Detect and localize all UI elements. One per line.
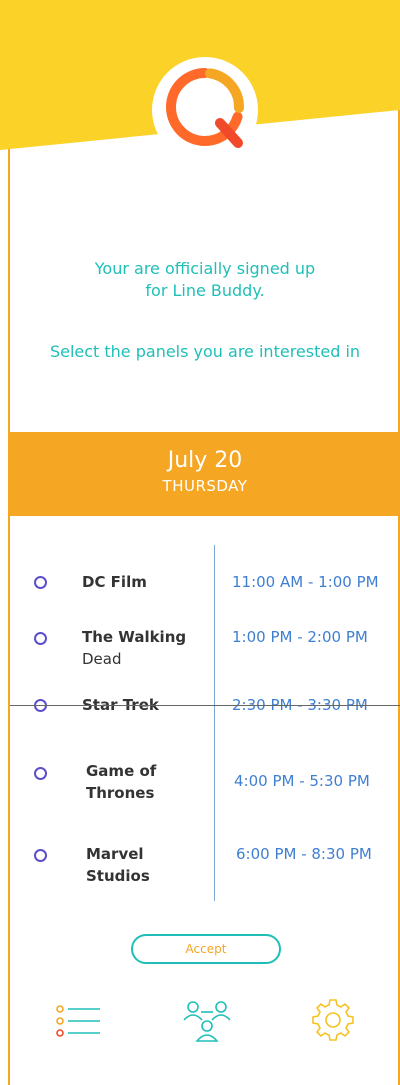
date-day: July 20 <box>167 448 243 473</box>
panel-name-line1: Game of <box>86 762 157 780</box>
panel-radio[interactable] <box>34 632 47 645</box>
panel-name: DC Film <box>82 573 147 591</box>
gear-icon[interactable] <box>310 997 356 1043</box>
panel-time: 4:00 PM - 5:30 PM <box>234 772 370 790</box>
panel-radio[interactable] <box>34 849 47 862</box>
strike-line <box>10 705 400 706</box>
signup-message-line1: Your are officially signed up <box>94 259 316 278</box>
panel-time: 11:00 AM - 1:00 PM <box>232 573 379 591</box>
panel-name: Marvel Studios <box>86 843 150 887</box>
panel-radio[interactable] <box>34 576 47 589</box>
date-header: July 20 THURSDAY <box>10 432 400 516</box>
panel-row-game-of-thrones[interactable]: Game of Thrones 4:00 PM - 5:30 PM <box>10 760 400 820</box>
panel-name-line2: Dead <box>82 650 122 668</box>
panel-row-dc-film[interactable]: DC Film 11:00 AM - 1:00 PM <box>10 569 400 629</box>
signup-message-line2: for Line Buddy. <box>145 281 265 300</box>
panel-row-walking-dead[interactable]: The Walking Dead 1:00 PM - 2:00 PM <box>10 626 400 686</box>
panel-row-star-trek[interactable]: Star Trek 2:30 PM - 3:30 PM <box>10 694 400 754</box>
panel-radio[interactable] <box>34 767 47 780</box>
list-icon[interactable] <box>52 1000 106 1042</box>
panel-name: Game of Thrones <box>86 760 156 804</box>
signup-message: Your are officially signed up for Line B… <box>10 258 400 302</box>
accept-button[interactable]: Accept <box>131 934 281 964</box>
left-frame-border <box>8 0 10 1085</box>
panel-time: 1:00 PM - 2:00 PM <box>232 628 368 646</box>
app-logo-icon <box>152 57 258 163</box>
select-prompt: Select the panels you are interested in <box>49 342 361 361</box>
panel-name: The Walking Dead <box>82 626 186 670</box>
panel-name-line1: Marvel <box>86 845 144 863</box>
panel-time: 6:00 PM - 8:30 PM <box>236 845 372 863</box>
panel-name-line1: The Walking <box>82 628 187 646</box>
date-weekday: THURSDAY <box>162 477 248 495</box>
panel-name-line2: Thrones <box>86 784 155 802</box>
panel-row-marvel-studios[interactable]: Marvel Studios 6:00 PM - 8:30 PM <box>10 843 400 903</box>
panel-name-line2: Studios <box>86 867 150 885</box>
people-icon[interactable] <box>179 998 235 1044</box>
